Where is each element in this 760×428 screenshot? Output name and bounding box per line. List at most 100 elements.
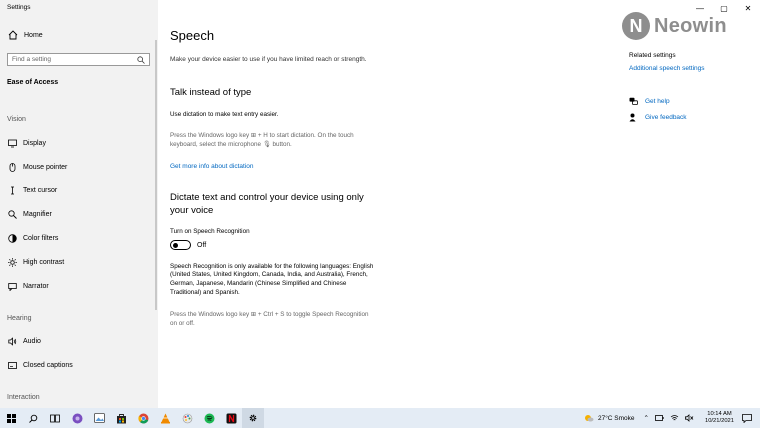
search-icon bbox=[137, 55, 145, 64]
settings-gear-icon bbox=[249, 414, 257, 422]
battery-icon[interactable] bbox=[655, 414, 664, 422]
taskbar-search-icon bbox=[28, 414, 37, 423]
sidebar-item-label: Narrator bbox=[23, 283, 49, 290]
taskbar-app-spotify[interactable] bbox=[198, 408, 220, 428]
sidebar-item-label: Audio bbox=[23, 338, 41, 345]
info-line: German, Japanese, Mandarin (Chinese Simp… bbox=[170, 280, 347, 287]
get-help-icon bbox=[629, 97, 638, 105]
sidebar: Settings Home Find a setting Ease of Acc… bbox=[0, 0, 158, 408]
vlc-icon bbox=[160, 413, 170, 423]
paint-icon bbox=[182, 413, 192, 423]
chevron-up-icon[interactable]: ⌃ bbox=[644, 414, 649, 422]
sidebar-item-audio[interactable]: Audio bbox=[8, 337, 41, 346]
dictate-heading-line1: Dictate text and control your device usi… bbox=[170, 192, 364, 203]
search-placeholder: Find a setting bbox=[12, 56, 52, 63]
speech-recognition-toggle[interactable] bbox=[170, 240, 191, 250]
sidebar-item-color-filters[interactable]: Color filters bbox=[8, 234, 58, 243]
magnifier-icon bbox=[8, 210, 17, 219]
netflix-icon bbox=[226, 413, 236, 423]
sidebar-item-label: Display bbox=[23, 140, 46, 147]
group-hearing: Hearing bbox=[7, 315, 32, 322]
sidebar-item-mouse-pointer[interactable]: Mouse pointer bbox=[8, 163, 67, 172]
system-tray: 27°C Smoke ⌃ 10:14 AM 10/21/2021 bbox=[584, 408, 760, 428]
window-title: Settings bbox=[7, 4, 31, 11]
close-button[interactable]: ✕ bbox=[736, 0, 760, 16]
sidebar-item-magnifier[interactable]: Magnifier bbox=[8, 210, 52, 219]
taskbar-app-settings[interactable] bbox=[242, 408, 264, 428]
closed-captions-icon bbox=[8, 362, 17, 369]
store-icon bbox=[116, 413, 126, 423]
audio-icon bbox=[8, 337, 17, 346]
related-settings-title: Related settings bbox=[629, 52, 676, 59]
clock-date: 10/21/2021 bbox=[704, 418, 734, 424]
task-view-button[interactable] bbox=[44, 408, 66, 428]
category-title: Ease of Access bbox=[7, 79, 59, 86]
taskbar-app-store[interactable] bbox=[110, 408, 132, 428]
narrator-icon bbox=[8, 283, 17, 291]
sidebar-item-label: Text cursor bbox=[23, 187, 58, 194]
spotify-icon bbox=[204, 413, 214, 423]
high-contrast-icon bbox=[8, 258, 17, 267]
info-line: (United States, United Kingdom, Canada, … bbox=[170, 271, 368, 278]
search-taskbar-button[interactable] bbox=[22, 408, 44, 428]
home-button[interactable]: Home bbox=[8, 30, 43, 40]
neowin-watermark: N Neowin bbox=[622, 12, 727, 40]
weather-text[interactable]: 27°C Smoke bbox=[598, 415, 635, 422]
page-subtitle: Make your device easier to use if you ha… bbox=[170, 56, 367, 63]
sidebar-item-closed-captions[interactable]: Closed captions bbox=[8, 361, 73, 370]
give-feedback-icon bbox=[629, 113, 636, 122]
notifications-icon[interactable] bbox=[742, 413, 752, 423]
sidebar-item-label: Color filters bbox=[23, 235, 59, 242]
sidebar-item-high-contrast[interactable]: High contrast bbox=[8, 258, 64, 267]
photos-icon bbox=[93, 413, 105, 423]
dictate-hint-line1: Press the Windows logo key ⊞ + Ctrl + S … bbox=[170, 311, 369, 318]
taskbar-app-vlc[interactable] bbox=[154, 408, 176, 428]
taskbar-app-photos[interactable] bbox=[88, 408, 110, 428]
get-help-link[interactable]: Get help bbox=[629, 97, 670, 106]
chrome-icon bbox=[137, 413, 148, 423]
group-vision: Vision bbox=[7, 116, 26, 123]
talk-hint-line1: Press the Windows logo key ⊞ + H to star… bbox=[170, 132, 354, 139]
display-icon bbox=[8, 139, 17, 148]
dictate-hint-line2: on or off. bbox=[170, 320, 195, 327]
toggle-knob bbox=[173, 242, 178, 248]
group-interaction: Interaction bbox=[7, 394, 40, 401]
clock-time: 10:14 AM bbox=[707, 411, 732, 417]
taskbar-app-chrome[interactable] bbox=[132, 408, 154, 428]
search-input[interactable]: Find a setting bbox=[7, 53, 150, 66]
get-help-label: Get help bbox=[645, 98, 670, 105]
dictate-heading-line2: your voice bbox=[170, 205, 214, 216]
sidebar-item-label: Mouse pointer bbox=[23, 164, 68, 171]
taskbar-app-netflix[interactable] bbox=[220, 408, 242, 428]
give-feedback-link[interactable]: Give feedback bbox=[629, 113, 687, 122]
clock[interactable]: 10:14 AM 10/21/2021 bbox=[705, 411, 734, 425]
mouse-pointer-icon bbox=[9, 163, 16, 172]
talk-hint-line2: keyboard, select the microphone 🎙 button… bbox=[170, 141, 292, 148]
sidebar-item-narrator[interactable]: Narrator bbox=[8, 282, 49, 291]
color-filters-icon bbox=[8, 234, 17, 243]
info-line: Traditional) and Spanish. bbox=[170, 289, 240, 296]
give-feedback-label: Give feedback bbox=[645, 114, 687, 121]
weather-icon bbox=[584, 415, 594, 422]
taskbar-app-browser-purple[interactable] bbox=[66, 408, 88, 428]
wifi-icon[interactable] bbox=[670, 414, 679, 422]
volume-muted-icon[interactable] bbox=[685, 414, 694, 422]
dictation-info-link[interactable]: Get more info about dictation bbox=[170, 163, 253, 170]
toggle-state: Off bbox=[197, 242, 207, 249]
browser-purple-icon bbox=[72, 413, 82, 423]
start-button[interactable] bbox=[0, 408, 22, 428]
page-title: Speech bbox=[170, 28, 215, 43]
sidebar-scrollbar[interactable] bbox=[155, 40, 157, 310]
windows-icon bbox=[6, 413, 16, 423]
neowin-logo-text: Neowin bbox=[654, 14, 727, 37]
sidebar-item-label: Magnifier bbox=[23, 211, 52, 218]
sidebar-item-display[interactable]: Display bbox=[8, 139, 46, 148]
sidebar-item-label: High contrast bbox=[23, 259, 65, 266]
sidebar-item-text-cursor[interactable]: Text cursor bbox=[8, 186, 57, 195]
taskbar-app-paint[interactable] bbox=[176, 408, 198, 428]
text-cursor-icon bbox=[11, 186, 14, 195]
task-view-icon bbox=[50, 414, 60, 422]
home-icon bbox=[8, 30, 18, 40]
additional-speech-settings-link[interactable]: Additional speech settings bbox=[629, 65, 705, 72]
sidebar-item-label: Closed captions bbox=[23, 362, 73, 369]
